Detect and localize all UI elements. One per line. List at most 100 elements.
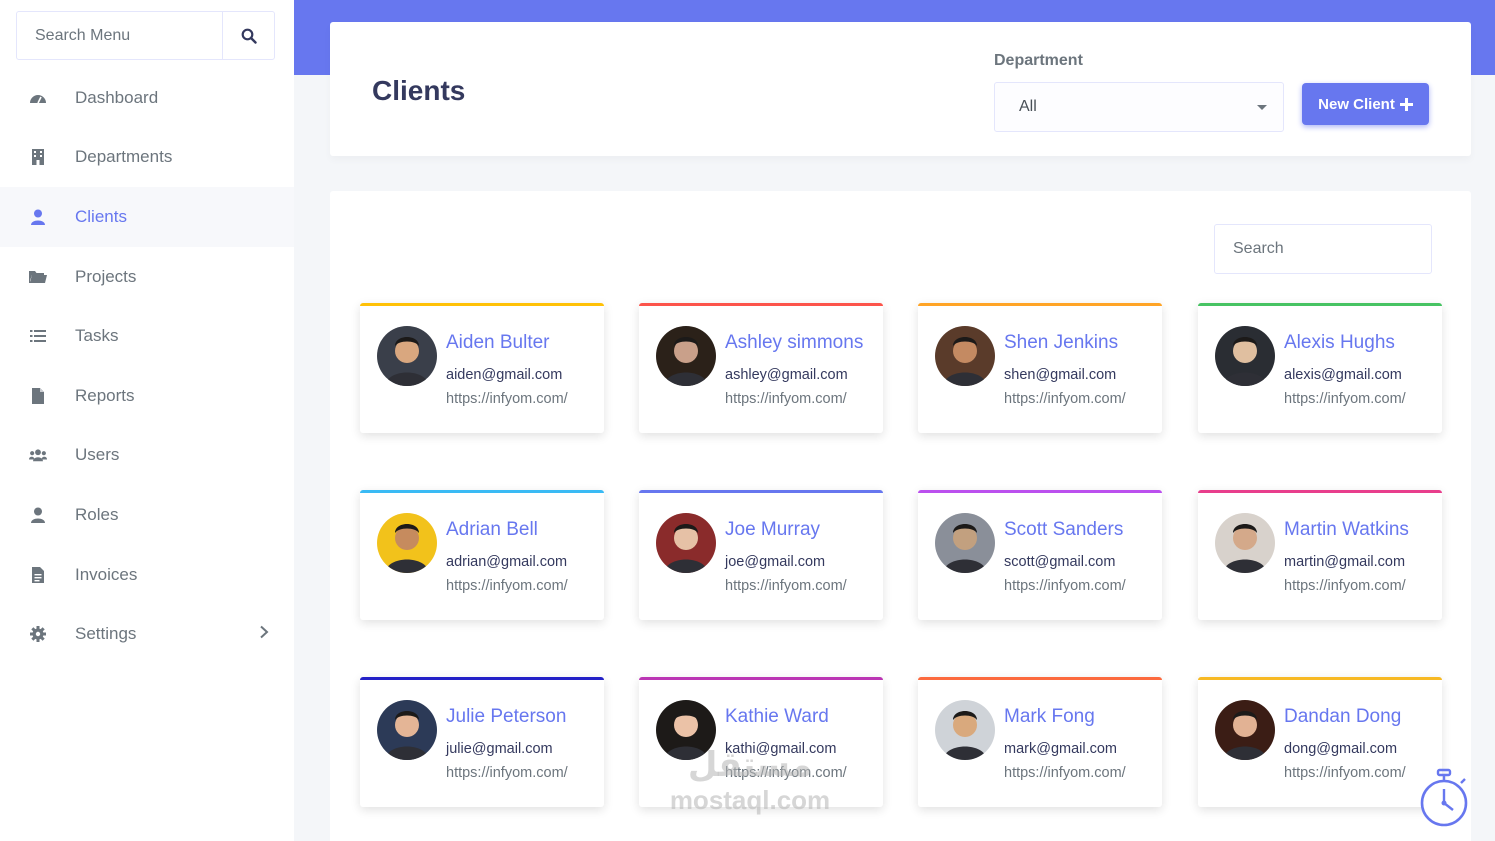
client-website: https://infyom.com/ bbox=[1284, 578, 1406, 594]
clients-panel: Search Aiden Bulter aiden@gmail.com https:… bbox=[330, 191, 1471, 841]
client-name-link[interactable]: Dandan Dong bbox=[1284, 706, 1401, 728]
sidebar-item-label: Roles bbox=[75, 504, 119, 524]
client-name-link[interactable]: Kathie Ward bbox=[725, 706, 829, 728]
client-website: https://infyom.com/ bbox=[446, 391, 568, 407]
client-search-input[interactable]: Search bbox=[1214, 224, 1432, 274]
client-email: ashley@gmail.com bbox=[725, 367, 848, 383]
client-avatar bbox=[656, 700, 716, 760]
sidebar-item-label: Projects bbox=[75, 266, 137, 286]
client-name-link[interactable]: Alexis Hughs bbox=[1284, 332, 1395, 354]
client-avatar bbox=[935, 326, 995, 386]
client-card[interactable]: Joe Murray joe@gmail.com https://infyom.co… bbox=[639, 490, 883, 620]
client-website: https://infyom.com/ bbox=[725, 391, 847, 407]
client-avatar bbox=[377, 513, 437, 573]
client-card[interactable]: Kathie Ward kathi@gmail.com https://infyom… bbox=[639, 677, 883, 807]
client-avatar bbox=[656, 513, 716, 573]
stopwatch-widget-button[interactable] bbox=[1416, 768, 1474, 830]
sidebar-item-invoices[interactable]: Invoices bbox=[0, 545, 294, 605]
sidebar-item-projects[interactable]: Projects bbox=[0, 247, 294, 307]
client-name-link[interactable]: Martin Watkins bbox=[1284, 519, 1409, 541]
sidebar-item-clients[interactable]: Clients bbox=[0, 187, 294, 247]
client-website: https://infyom.com/ bbox=[1004, 765, 1126, 781]
client-avatar bbox=[377, 700, 437, 760]
client-name-link[interactable]: Shen Jenkins bbox=[1004, 332, 1118, 354]
client-name-link[interactable]: Ashley simmons bbox=[725, 332, 863, 354]
sidebar-item-label: Departments bbox=[75, 147, 173, 167]
sidebar-item-reports[interactable]: Reports bbox=[0, 366, 294, 426]
client-card[interactable]: Aiden Bulter aiden@gmail.com https://infyo… bbox=[360, 303, 604, 433]
search-menu bbox=[16, 11, 275, 60]
client-email: aiden@gmail.com bbox=[446, 367, 563, 383]
sidebar-item-label: Users bbox=[75, 445, 120, 465]
client-name-link[interactable]: Julie Peterson bbox=[446, 706, 566, 728]
stopwatch-icon bbox=[1420, 768, 1468, 827]
client-website: https://infyom.com/ bbox=[725, 578, 847, 594]
client-avatar bbox=[377, 326, 437, 386]
client-website: https://infyom.com/ bbox=[1004, 391, 1126, 407]
sidebar-item-users[interactable]: Users bbox=[0, 426, 294, 486]
sidebar-item-label: Dashboard bbox=[75, 87, 159, 107]
client-website: https://infyom.com/ bbox=[446, 578, 568, 594]
client-card[interactable]: Ashley simmons ashley@gmail.com https://in… bbox=[639, 303, 883, 433]
client-name-link[interactable]: Adrian Bell bbox=[446, 519, 538, 541]
sidebar-item-dashboard[interactable]: Dashboard bbox=[0, 68, 294, 128]
client-email: joe@gmail.com bbox=[725, 554, 826, 570]
client-search-placeholder: Search bbox=[1233, 240, 1284, 257]
department-select-value: All bbox=[1019, 98, 1037, 115]
new-client-button[interactable]: New Client bbox=[1302, 83, 1429, 125]
client-card[interactable]: Adrian Bell adrian@gmail.com https://infyo… bbox=[360, 490, 604, 620]
search-menu-button[interactable] bbox=[222, 12, 274, 59]
sidebar-item-settings[interactable]: Settings bbox=[0, 604, 294, 664]
sidebar: Dashboard Departments Clients Projects T… bbox=[0, 0, 294, 841]
client-website: https://infyom.com/ bbox=[446, 765, 568, 781]
client-email: kathi@gmail.com bbox=[725, 741, 837, 757]
client-card[interactable]: Scott Sanders scott@gmail.com https://infy… bbox=[918, 490, 1162, 620]
client-card[interactable]: Dandan Dong dong@gmail.com https://infyom.… bbox=[1198, 677, 1442, 807]
client-name-link[interactable]: Scott Sanders bbox=[1004, 519, 1123, 541]
client-email: martin@gmail.com bbox=[1284, 554, 1406, 570]
sidebar-item-departments[interactable]: Departments bbox=[0, 128, 294, 188]
client-website: https://infyom.com/ bbox=[725, 765, 847, 781]
client-name-link[interactable]: Mark Fong bbox=[1004, 706, 1095, 728]
file-icon bbox=[29, 387, 47, 405]
client-card[interactable]: Shen Jenkins shen@gmail.com https://infyom… bbox=[918, 303, 1162, 433]
search-icon bbox=[241, 28, 257, 44]
invoice-icon bbox=[29, 566, 47, 584]
client-card[interactable]: Alexis Hughs alexis@gmail.com https://infy… bbox=[1198, 303, 1442, 433]
chevron-right-icon bbox=[259, 624, 269, 644]
sidebar-item-label: Invoices bbox=[75, 564, 138, 584]
client-website: https://infyom.com/ bbox=[1284, 391, 1406, 407]
department-select[interactable]: All bbox=[994, 82, 1284, 132]
client-card[interactable]: Martin Watkins martin@gmail.com https://in… bbox=[1198, 490, 1442, 620]
client-card[interactable]: Julie Peterson julie@gmail.com https://inf… bbox=[360, 677, 604, 807]
client-name-link[interactable]: Aiden Bulter bbox=[446, 332, 550, 354]
user-icon bbox=[29, 208, 47, 226]
sidebar-item-label: Tasks bbox=[75, 326, 119, 346]
user-icon bbox=[29, 506, 47, 524]
client-name-link[interactable]: Joe Murray bbox=[725, 519, 820, 541]
plus-icon bbox=[1399, 97, 1413, 111]
client-website: https://infyom.com/ bbox=[1004, 578, 1126, 594]
client-avatar bbox=[935, 700, 995, 760]
client-email: scott@gmail.com bbox=[1004, 554, 1116, 570]
client-avatar bbox=[1215, 513, 1275, 573]
client-avatar bbox=[935, 513, 995, 573]
search-menu-input[interactable] bbox=[17, 12, 222, 59]
page-header: Clients Department All New Client bbox=[330, 22, 1471, 156]
building-icon bbox=[29, 148, 47, 166]
client-email: julie@gmail.com bbox=[446, 741, 553, 757]
client-avatar bbox=[1215, 326, 1275, 386]
client-email: shen@gmail.com bbox=[1004, 367, 1117, 383]
sidebar-item-roles[interactable]: Roles bbox=[0, 485, 294, 545]
client-email: alexis@gmail.com bbox=[1284, 367, 1402, 383]
client-card[interactable]: Mark Fong mark@gmail.com https://infyom.co… bbox=[918, 677, 1162, 807]
client-avatar bbox=[1215, 700, 1275, 760]
new-client-label: New Client bbox=[1318, 95, 1395, 113]
sidebar-item-tasks[interactable]: Tasks bbox=[0, 306, 294, 366]
sidebar-item-label: Clients bbox=[75, 206, 127, 226]
list-icon bbox=[29, 327, 47, 345]
page-title: Clients bbox=[372, 75, 466, 106]
department-label: Department bbox=[994, 52, 1083, 69]
client-avatar bbox=[656, 326, 716, 386]
client-email: adrian@gmail.com bbox=[446, 554, 568, 570]
